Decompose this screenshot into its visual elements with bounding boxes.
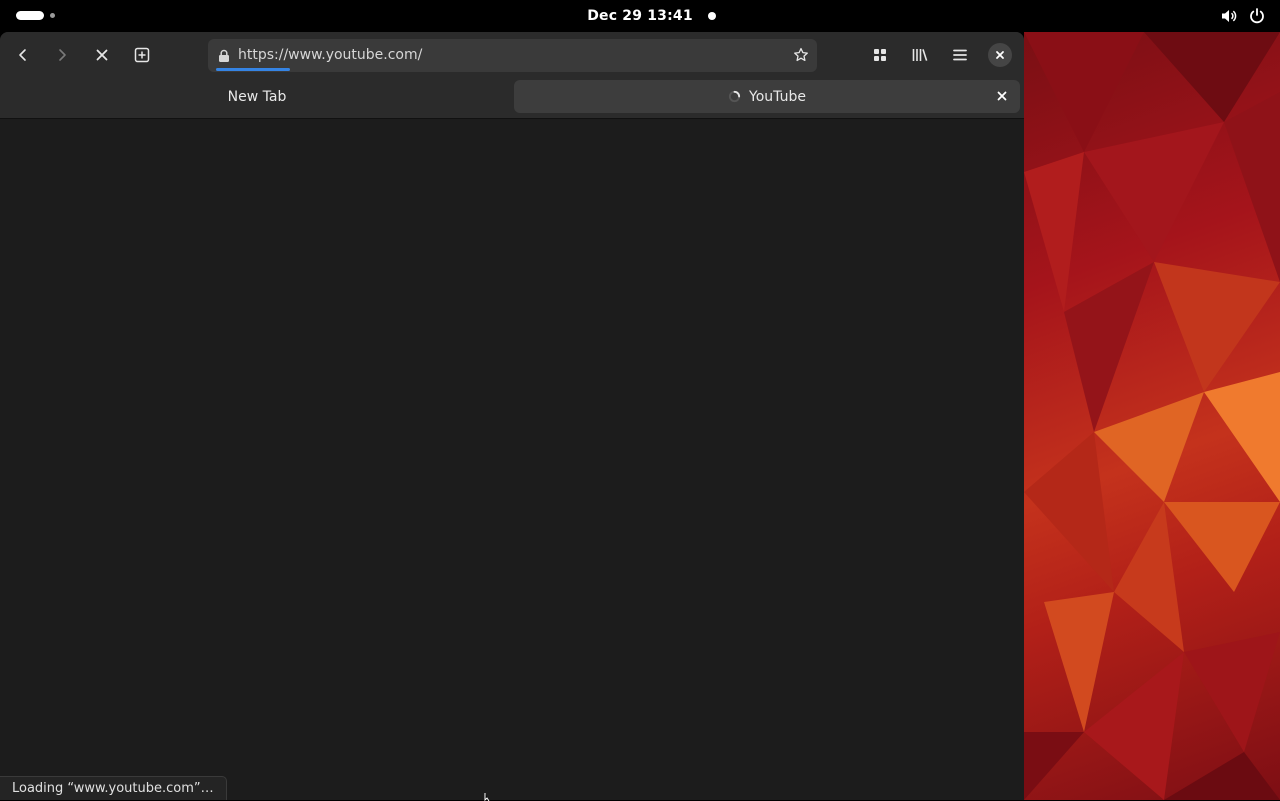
- back-button[interactable]: [7, 39, 39, 71]
- address-bar[interactable]: https://www.youtube.com/: [208, 39, 817, 72]
- system-tray[interactable]: [1220, 6, 1266, 26]
- workspace-dot: [50, 13, 55, 18]
- lock-icon[interactable]: [217, 48, 231, 67]
- star-icon[interactable]: [793, 47, 809, 67]
- date-time-clock[interactable]: Dec 29 13:41: [560, 0, 720, 32]
- loading-spinner-icon: [728, 90, 741, 103]
- menu-icon: [953, 49, 967, 61]
- notification-dot-icon: [708, 12, 716, 20]
- power-icon[interactable]: [1248, 7, 1266, 25]
- workspace-active-pill: [16, 11, 44, 20]
- forward-button[interactable]: [46, 39, 78, 71]
- close-window-button[interactable]: [988, 43, 1012, 67]
- tab-overview-button[interactable]: [864, 39, 896, 71]
- tab-youtube[interactable]: YouTube: [514, 80, 1020, 113]
- back-icon: [19, 49, 26, 61]
- stop-button[interactable]: [86, 39, 118, 71]
- browser-window: https://www.youtube.com/ New Tab YouTube: [0, 32, 1024, 800]
- tab-close-icon[interactable]: [996, 90, 1008, 106]
- new-tab-icon: [134, 47, 150, 63]
- forward-icon: [59, 49, 66, 61]
- tab-new-tab[interactable]: New Tab: [4, 80, 510, 113]
- desktop-wallpaper: [1024, 32, 1280, 800]
- activities-indicator[interactable]: [16, 11, 76, 21]
- library-button[interactable]: [904, 39, 936, 71]
- tab-bar: New Tab YouTube: [0, 78, 1024, 119]
- volume-icon[interactable]: [1220, 7, 1238, 25]
- tab-overview-icon: [874, 49, 886, 61]
- library-icon: [912, 49, 928, 61]
- header-bar: https://www.youtube.com/: [0, 32, 1024, 78]
- system-top-bar: Dec 29 13:41: [0, 0, 1280, 32]
- stop-icon: [96, 49, 108, 61]
- tab-label: YouTube: [749, 88, 806, 105]
- new-tab-button[interactable]: [126, 39, 158, 71]
- page-load-progress: [216, 68, 290, 71]
- menu-button[interactable]: [944, 39, 976, 71]
- close-icon: [996, 51, 1004, 59]
- status-bar: Loading “www.youtube.com”…: [0, 776, 227, 800]
- tab-label: New Tab: [227, 88, 287, 105]
- web-content-area[interactable]: Loading “www.youtube.com”…: [0, 119, 1024, 800]
